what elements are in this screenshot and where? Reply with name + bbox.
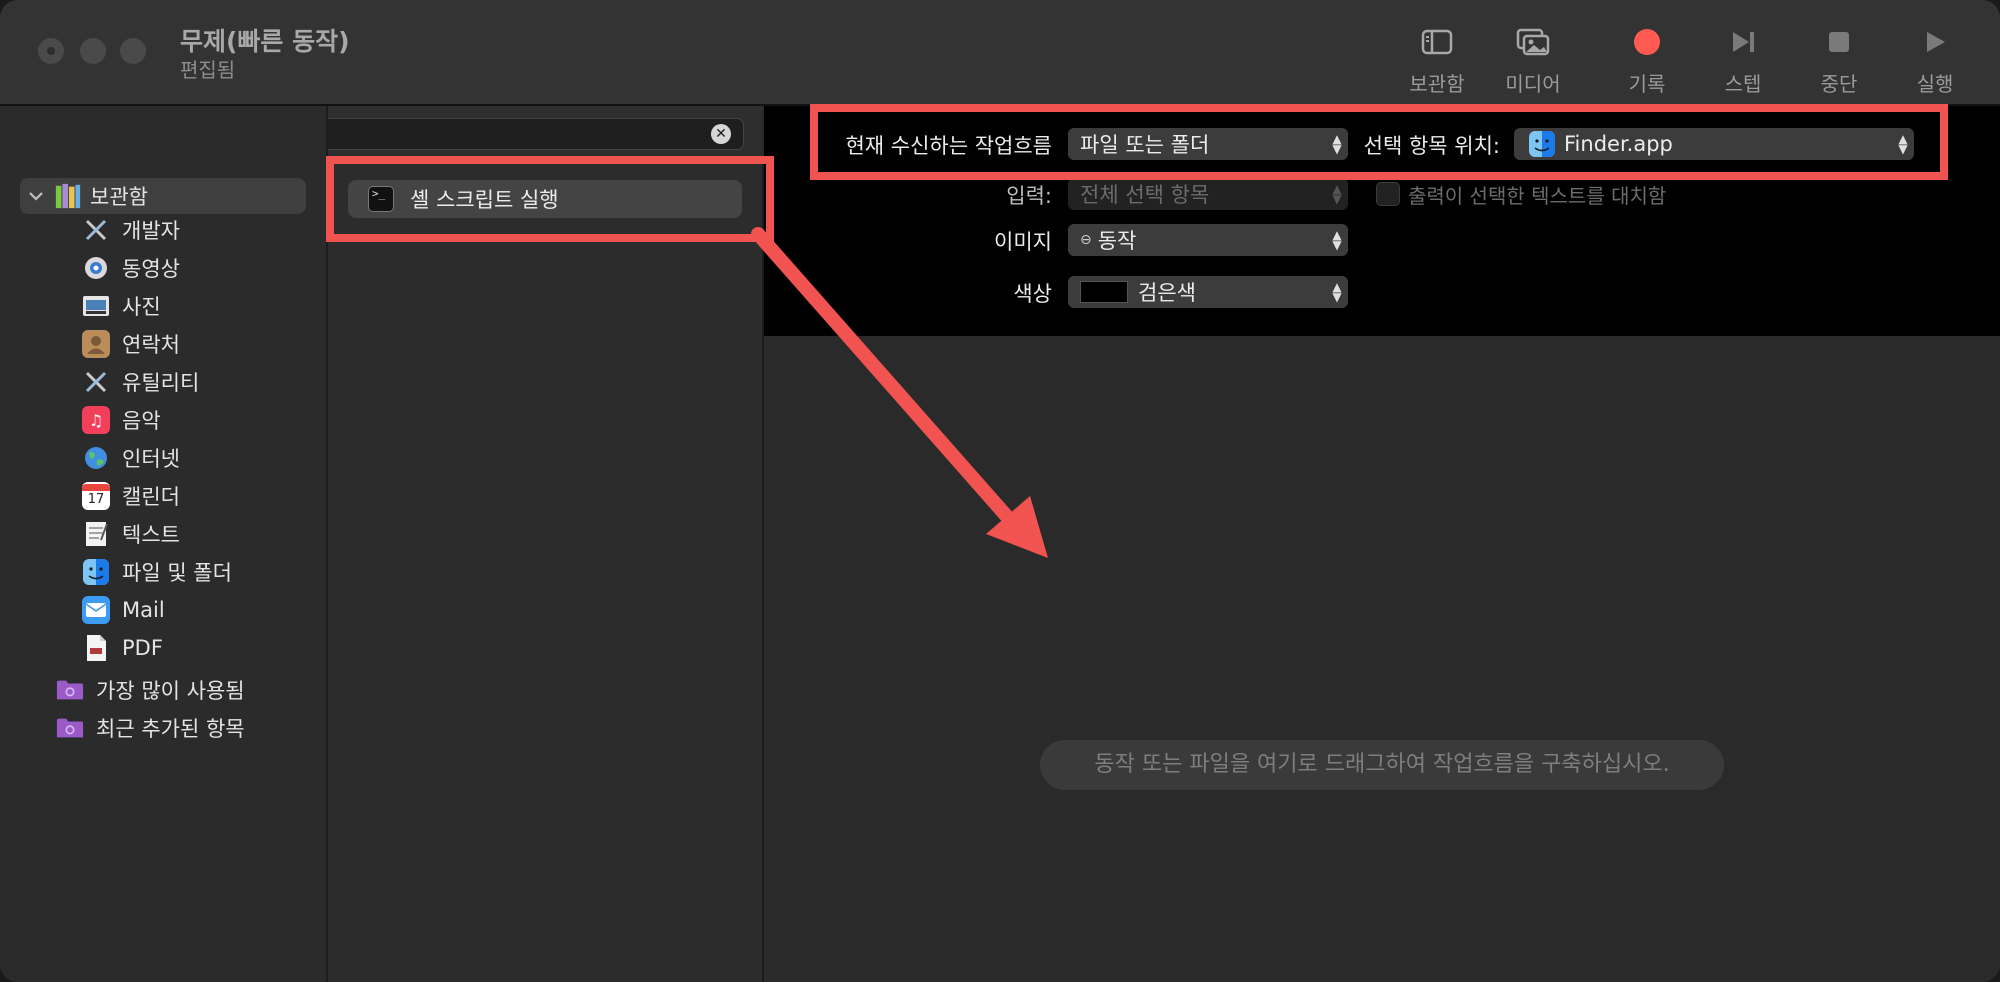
annotation-arrow <box>751 227 1048 558</box>
automator-window: 무제(빠른 동작) 편집됨 보관함 미디어 기록 스텝 중단 실행 ✕ 보관함 … <box>0 0 2000 982</box>
